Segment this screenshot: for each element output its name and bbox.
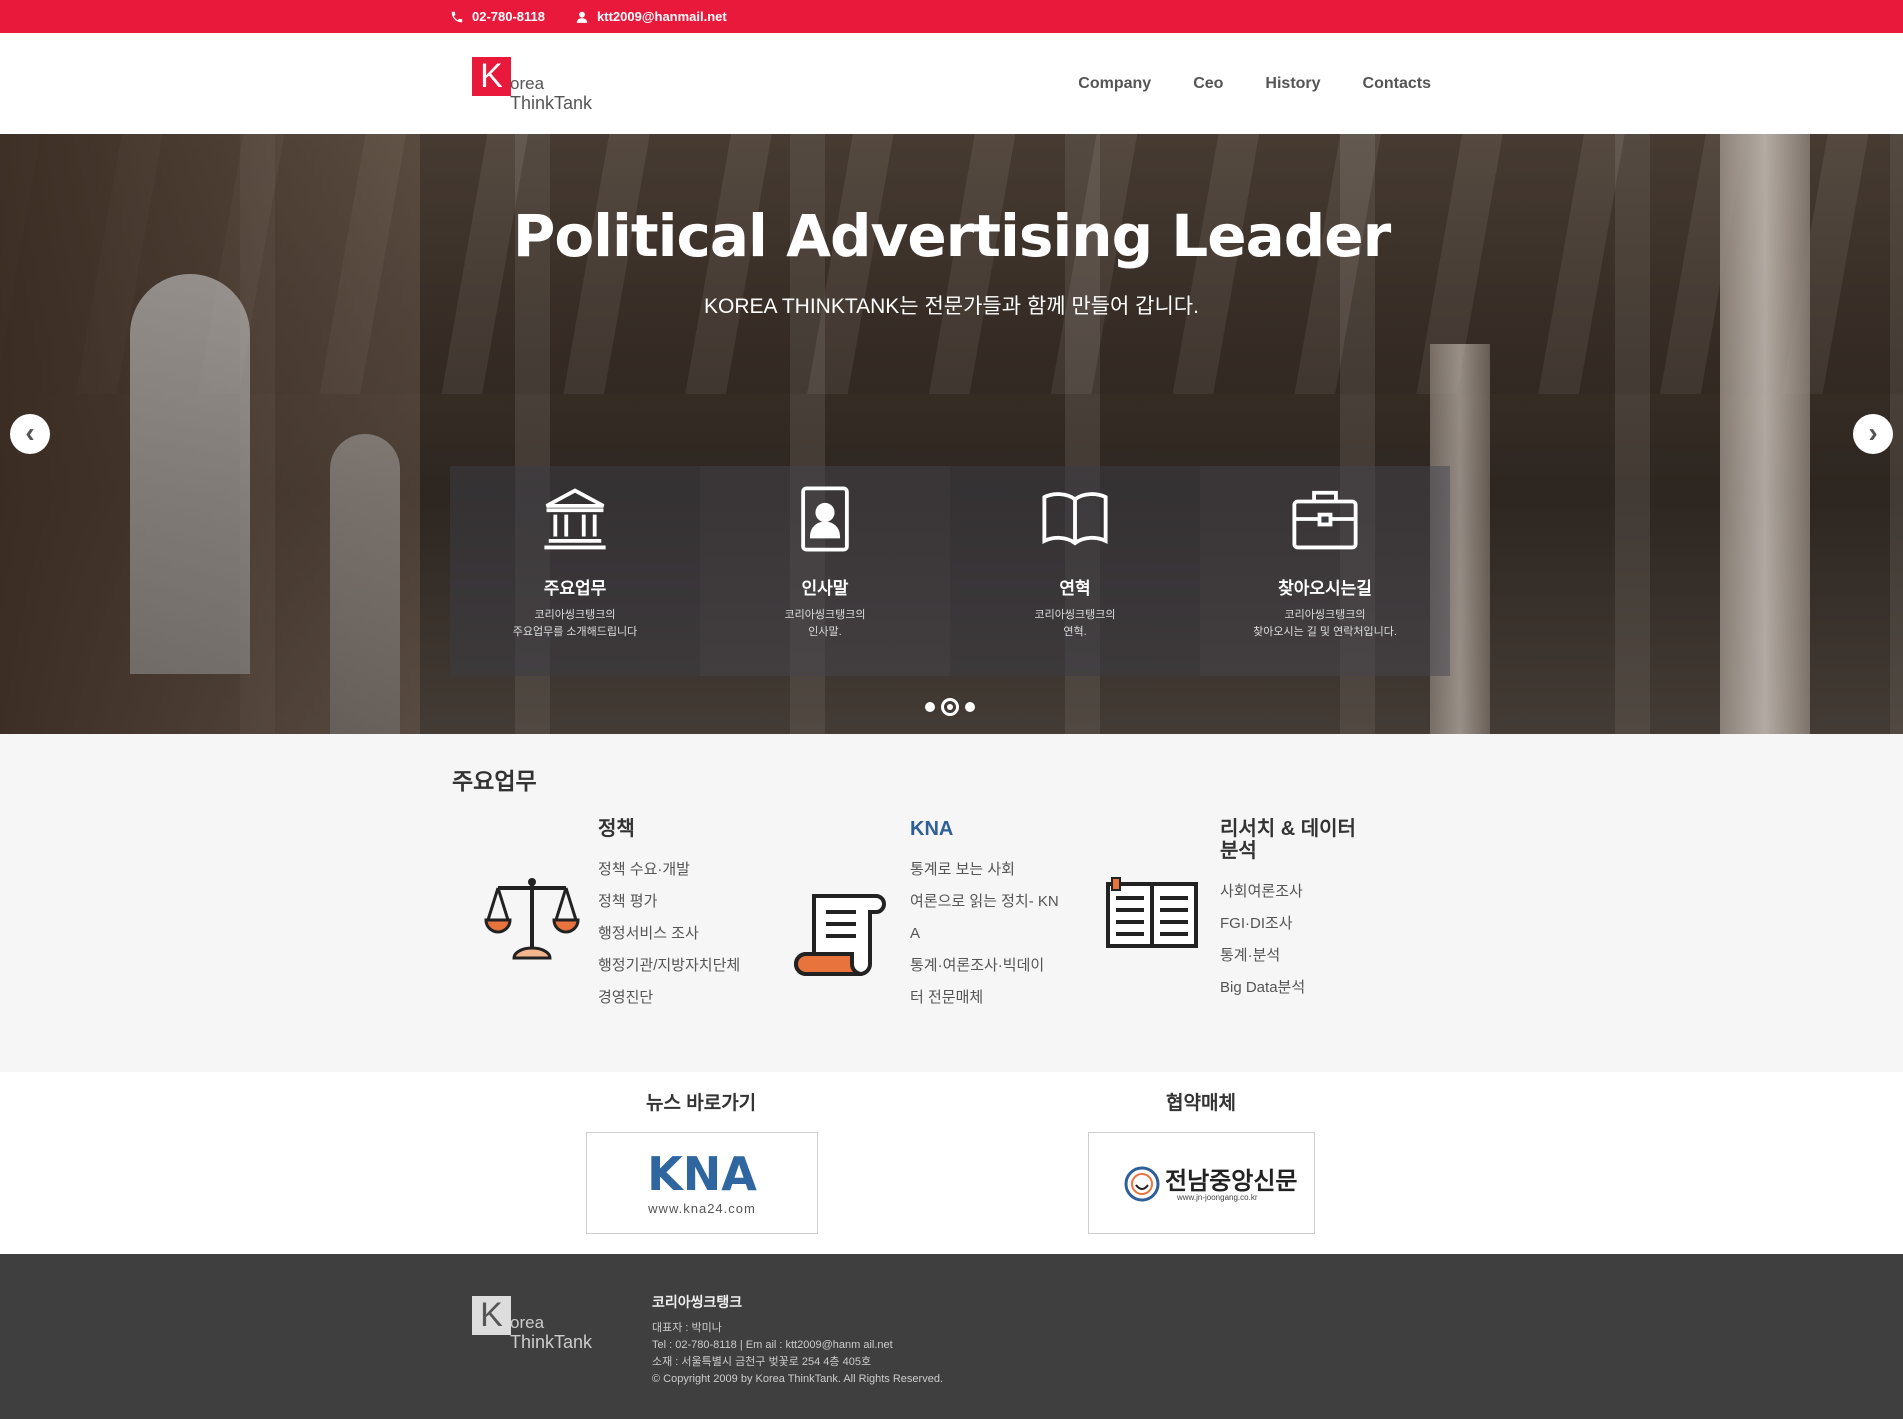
- id-card-icon: [801, 486, 849, 552]
- slider-dot[interactable]: [965, 702, 975, 712]
- scales-icon: [484, 878, 580, 960]
- jn-url: www.jn-joongang.co.kr: [1177, 1193, 1258, 1202]
- service-item: 경영진단: [598, 989, 654, 1006]
- kna-logo: KNA: [647, 1147, 757, 1201]
- slider-dot[interactable]: [925, 702, 935, 712]
- hero-subtitle: KOREA THINKTANK는 전문가들과 함께 만들어 갑니다.: [704, 295, 1199, 318]
- kna-url: www.kna24.com: [648, 1201, 756, 1216]
- service-column-policy: 정책 정책 수요·개발 정책 평가 행정서비스 조사 행정기관/지방자치단체 경…: [598, 818, 740, 1014]
- nav-contacts[interactable]: Contacts: [1363, 75, 1431, 93]
- service-list: 사회여론조사 FGI·DI조사 통계·분석 Big Data분석: [1220, 876, 1356, 1004]
- site-logo[interactable]: K orea ThinkTank: [472, 57, 602, 117]
- top-bar: 02-780-8118 ktt2009@hanmail.net: [0, 0, 1903, 33]
- service-list: 통계로 보는 사회 여론으로 읽는 정치- KN A 통계·여론조사·빅데이 터…: [910, 854, 1059, 1014]
- feature-box-greeting[interactable]: 인사말 코리아씽크탱크의 인사말.: [700, 466, 950, 676]
- jn-joongang-banner-link[interactable]: 전남중앙신문 www.jn-joongang.co.kr: [1088, 1132, 1315, 1234]
- scroll-icon: [794, 894, 886, 976]
- service-item: A: [910, 925, 921, 942]
- email-address[interactable]: ktt2009@hanmail.net: [597, 9, 727, 24]
- feature-box-services[interactable]: 주요업무 코리아씽크탱크의 주요업무를 소개해드립니다: [450, 466, 700, 676]
- service-item: 행정기관/지방자치단체: [598, 957, 741, 974]
- service-item: 통계·분석: [1220, 947, 1281, 964]
- logo-text-line2: ThinkTank: [510, 93, 593, 113]
- footer-address: 소재 : 서울특별시 금천구 벚꽃로 254 4층 405호: [652, 1356, 872, 1368]
- news-links-title: 뉴스 바로가기: [646, 1093, 757, 1114]
- feature-box-desc: 코리아씽크탱크의 주요업무를 소개해드립니다: [512, 609, 638, 638]
- feature-box-location[interactable]: 찾아오시는길 코리아씽크탱크의 찾아오시는 길 및 연락처입니다.: [1200, 466, 1450, 676]
- service-column-research: 리서치 & 데이터 분석 사회여론조사 FGI·DI조사 통계·분석 Big Da…: [1220, 818, 1356, 1004]
- hero-background-window: [130, 274, 250, 674]
- service-item: 터 전문매체: [910, 989, 984, 1006]
- open-book-data-icon: [1106, 877, 1198, 948]
- slider-dot-active[interactable]: [941, 698, 959, 716]
- feature-box-title: 인사말: [801, 579, 849, 598]
- bank-icon: [544, 488, 606, 550]
- briefcase-icon: [1292, 490, 1358, 550]
- footer-contact: Tel : 02-780-8118 | Em ail : ktt2009@han…: [652, 1339, 893, 1351]
- footer-copyright: © Copyright 2009 by Korea ThinkTank. All…: [652, 1373, 943, 1385]
- service-item: Big Data분석: [1220, 979, 1306, 996]
- phone-info: 02-780-8118: [450, 9, 545, 24]
- phone-number: 02-780-8118: [472, 9, 546, 24]
- logo-k-mark: K: [472, 57, 511, 96]
- nav-ceo[interactable]: Ceo: [1193, 75, 1223, 93]
- jn-name: 전남중앙신문: [1165, 1168, 1298, 1195]
- main-nav: Company Ceo History Contacts: [1078, 33, 1431, 134]
- service-list: 정책 수요·개발 정책 평가 행정서비스 조사 행정기관/지방자치단체 경영진단: [598, 854, 740, 1014]
- footer-representative: 대표자 : 박미나: [652, 1322, 722, 1334]
- footer-company-name: 코리아씽크탱크: [652, 1294, 743, 1310]
- service-column-kna: KNA 통계로 보는 사회 여론으로 읽는 정치- KN A 통계·여론조사·빅…: [910, 818, 1059, 1014]
- service-item: FGI·DI조사: [1220, 915, 1293, 932]
- open-book-icon: [1042, 492, 1108, 546]
- feature-box-history[interactable]: 연혁 코리아씽크탱크의 연혁.: [950, 466, 1200, 676]
- nav-company[interactable]: Company: [1078, 75, 1151, 93]
- feature-box-title: 주요업무: [543, 579, 607, 598]
- slider-dots: [925, 698, 975, 716]
- footer-info: 코리아씽크탱크 대표자 : 박미나 Tel : 02-780-8118 | Em…: [652, 1292, 943, 1388]
- hero-slider: Political Advertising Leader KOREA THINK…: [0, 134, 1903, 734]
- service-item: 정책 평가: [598, 893, 658, 910]
- logo-text-line2: ThinkTank: [510, 1332, 593, 1352]
- service-title: 정책: [598, 818, 635, 840]
- services-section: 주요업무 정책 정책 수요·개발 정책 평가 행정서비스 조사 행정기관/지방자…: [0, 734, 1903, 1072]
- partner-media-title: 협약매체: [1166, 1093, 1236, 1114]
- feature-box-desc: 코리아씽크탱크의 연혁.: [1034, 609, 1116, 638]
- feature-box-desc: 코리아씽크탱크의 찾아오시는 길 및 연락처입니다.: [1253, 609, 1397, 638]
- email-info: ktt2009@hanmail.net: [575, 9, 727, 24]
- links-section: 뉴스 바로가기 KNA www.kna24.com 협약매체 전남중앙신문 ww…: [0, 1072, 1903, 1254]
- feature-box-title: 연혁: [1059, 579, 1091, 598]
- service-item: 사회여론조사: [1220, 883, 1303, 900]
- service-title: KNA: [910, 818, 954, 840]
- phone-icon: [451, 11, 463, 22]
- footer-logo[interactable]: K orea ThinkTank: [472, 1296, 602, 1356]
- hero-background-window: [330, 434, 400, 734]
- service-item: 통계·여론조사·빅데이: [910, 957, 1045, 974]
- service-item: 통계로 보는 사회: [910, 861, 1015, 878]
- user-icon: [576, 11, 588, 23]
- service-item: 정책 수요·개발: [598, 861, 690, 878]
- header: K orea ThinkTank Company Ceo History Con…: [0, 33, 1903, 134]
- logo-k-mark: K: [472, 1296, 511, 1335]
- slider-prev-button[interactable]: ‹: [10, 414, 50, 454]
- hero-feature-boxes: 주요업무 코리아씽크탱크의 주요업무를 소개해드립니다 인사말 코리아씽크탱크의 인…: [450, 466, 1450, 676]
- feature-box-title: 찾아오시는길: [1278, 579, 1372, 598]
- service-item: 행정서비스 조사: [598, 925, 699, 942]
- logo-text-line1: orea: [510, 74, 545, 93]
- service-title: 리서치 & 데이터 분석: [1220, 818, 1356, 862]
- slider-next-button[interactable]: ›: [1853, 414, 1893, 454]
- footer: K orea ThinkTank 코리아씽크탱크 대표자 : 박미나 Tel :…: [0, 1254, 1903, 1419]
- newspaper-emblem-icon: [1124, 1166, 1160, 1202]
- services-heading: 주요업무: [452, 768, 537, 794]
- service-item: 여론으로 읽는 정치- KN: [910, 893, 1059, 910]
- logo-text-line1: orea: [510, 1313, 545, 1332]
- hero-title: Political Advertising Leader: [512, 202, 1391, 270]
- feature-box-desc: 코리아씽크탱크의 인사말.: [784, 609, 866, 638]
- kna-banner-link[interactable]: KNA www.kna24.com: [586, 1132, 818, 1234]
- nav-history[interactable]: History: [1265, 75, 1320, 93]
